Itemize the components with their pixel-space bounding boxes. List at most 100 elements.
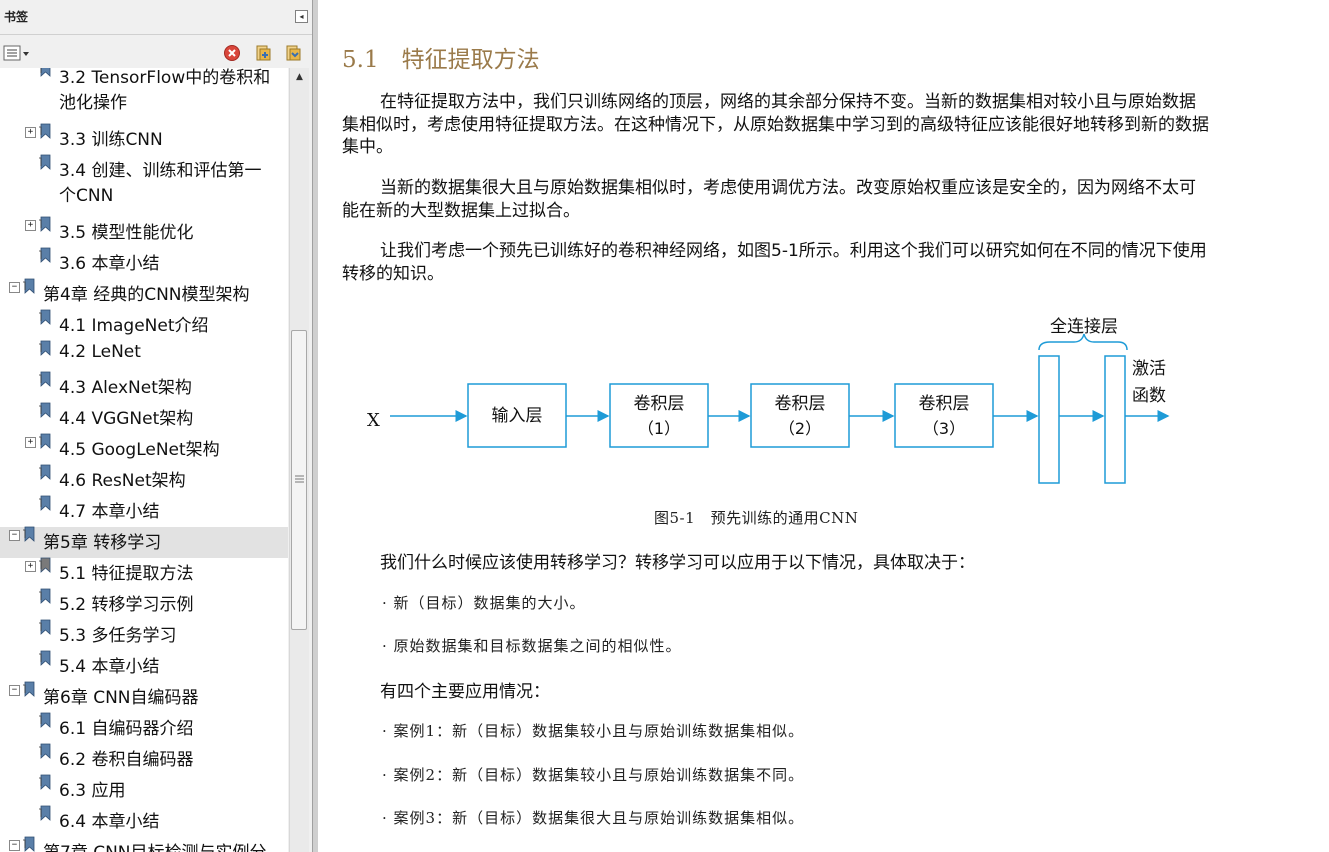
bookmark-item[interactable]: 4.1 ImageNet介绍 bbox=[0, 309, 288, 341]
activation-label-line2: 函数 bbox=[1132, 386, 1166, 406]
bookmarks-panel: 书签 ◂ 3.2 TensorFlow中的卷积和 池化操作 +3.3 训练CNN 3.… bbox=[0, 0, 313, 852]
input-layer-label: 输入层 bbox=[492, 406, 543, 426]
bookmark-item[interactable]: +3.3 训练CNN bbox=[0, 123, 288, 155]
bookmark-item[interactable]: 6.2 卷积自编码器 bbox=[0, 743, 288, 775]
figure-caption: 图5-1 预先训练的通用CNN bbox=[654, 509, 859, 527]
bookmark-item[interactable]: − 第4章 经典的CNN模型架构 bbox=[0, 278, 288, 310]
bookmark-label: 3.4 创建、训练和评估第一 bbox=[59, 161, 262, 181]
expand-toggle-icon[interactable]: + bbox=[25, 561, 36, 572]
bookmark-icon bbox=[40, 68, 51, 77]
bookmark-label: 4.1 ImageNet介绍 bbox=[59, 316, 209, 336]
document-page: 5.1 特征提取方法 在特征提取方法中，我们只训练网络的顶层，网络的其余部分保持… bbox=[318, 0, 1329, 852]
expand-toggle-icon[interactable]: + bbox=[25, 127, 36, 138]
bookmark-item[interactable]: 5.2 转移学习示例 bbox=[0, 588, 288, 620]
case-item: · 案例3：新（目标）数据集很大且与原始训练数据集相似。 bbox=[382, 809, 805, 827]
expand-toggle-icon[interactable]: + bbox=[25, 437, 36, 448]
bookmark-label: 5.3 多任务学习 bbox=[59, 626, 177, 646]
bookmark-icon bbox=[23, 836, 35, 852]
collapse-toggle-icon[interactable]: − bbox=[9, 282, 20, 293]
bookmark-item[interactable]: − 第7章 CNN目标检测与实例分 bbox=[0, 836, 288, 852]
bookmark-options-icon[interactable] bbox=[3, 44, 31, 62]
bookmark-label: 5.2 转移学习示例 bbox=[59, 595, 194, 615]
bookmark-item[interactable]: +3.5 模型性能优化 bbox=[0, 216, 288, 248]
collapse-toggle-icon[interactable]: − bbox=[9, 840, 20, 851]
bookmarks-panel-title: 书签 bbox=[4, 10, 29, 24]
collapse-bookmark-icon[interactable] bbox=[284, 44, 302, 62]
bookmark-item[interactable]: 6.3 应用 bbox=[0, 774, 288, 806]
conv-layer-1-number: （1） bbox=[638, 419, 680, 438]
bookmark-item[interactable]: 4.3 AlexNet架构 bbox=[0, 371, 288, 403]
cases-intro: 有四个主要应用情况： bbox=[380, 682, 550, 702]
activation-label-line1: 激活 bbox=[1132, 359, 1166, 379]
bookmark-label: 4.2 LeNet bbox=[59, 342, 141, 362]
expand-toggle-icon[interactable]: + bbox=[25, 220, 36, 231]
bookmark-label: 3.5 模型性能优化 bbox=[59, 223, 194, 243]
collapse-panel-button[interactable]: ◂ bbox=[295, 10, 308, 23]
bookmark-item[interactable]: − 第5章 转移学习 bbox=[0, 526, 288, 558]
scrollbar-thumb[interactable] bbox=[291, 330, 307, 630]
bookmark-label: 第5章 转移学习 bbox=[43, 533, 162, 553]
conv-layer-2-number: （2） bbox=[779, 419, 821, 438]
bookmark-item[interactable]: 4.2 LeNet bbox=[0, 340, 288, 372]
bookmark-item[interactable]: 4.6 ResNet架构 bbox=[0, 464, 288, 496]
bookmark-tree: 3.2 TensorFlow中的卷积和 池化操作 +3.3 训练CNN 3.4 创建、… bbox=[0, 68, 288, 852]
bookmark-icon bbox=[39, 123, 51, 139]
case-item: · 案例1：新（目标）数据集较小且与原始训练数据集相似。 bbox=[382, 722, 805, 740]
bookmark-icon bbox=[39, 464, 51, 480]
bookmark-item[interactable]: +4.5 GoogLeNet架构 bbox=[0, 433, 288, 465]
bookmark-icon bbox=[39, 309, 51, 325]
conv-layer-1-title: 卷积层 bbox=[634, 394, 685, 414]
bookmark-label: 池化操作 bbox=[59, 93, 127, 113]
scroll-up-button[interactable]: ▲ bbox=[290, 68, 309, 86]
fc-layer-2-box bbox=[1104, 355, 1126, 484]
bookmark-icon bbox=[39, 402, 51, 418]
bookmark-icon bbox=[23, 526, 35, 542]
bookmark-item[interactable]: 4.7 本章小结 bbox=[0, 495, 288, 527]
paragraph-1: 在特征提取方法中，我们只训练网络的顶层，网络的其余部分保持不变。当新的数据集相对… bbox=[342, 92, 1209, 157]
factor-item: · 新（目标）数据集的大小。 bbox=[382, 594, 586, 612]
bookmark-item[interactable]: 5.3 多任务学习 bbox=[0, 619, 288, 651]
grip-icon bbox=[295, 475, 304, 483]
paragraph-3: 让我们考虑一个预先已训练好的卷积神经网络，如图5-1所示。利用这个我们可以研究如… bbox=[342, 241, 1207, 284]
bookmark-label: 4.7 本章小结 bbox=[59, 502, 160, 522]
bookmark-item[interactable]: +5.1 特征提取方法 bbox=[0, 557, 288, 589]
bookmark-label: 5.4 本章小结 bbox=[59, 657, 160, 677]
bookmark-icon bbox=[39, 774, 51, 790]
bookmark-item[interactable]: 3.6 本章小结 bbox=[0, 247, 288, 279]
bookmark-item[interactable]: 个CNN bbox=[0, 180, 288, 211]
bookmark-label: 4.4 VGGNet架构 bbox=[59, 409, 194, 429]
bookmark-label: 4.3 AlexNet架构 bbox=[59, 378, 192, 398]
bookmark-label: 个CNN bbox=[59, 186, 114, 206]
delete-bookmark-icon[interactable] bbox=[223, 44, 241, 62]
expand-bookmark-icon[interactable] bbox=[254, 44, 272, 62]
bookmark-icon bbox=[39, 154, 51, 170]
bookmark-label: 3.2 TensorFlow中的卷积和 bbox=[59, 68, 271, 88]
cnn-diagram: X 输入层 卷积层 （1） 卷积层 （2） 卷积层 （3） 全连接层 激活 函数 bbox=[367, 317, 1170, 484]
question-text: 我们什么时候应该使用转移学习？转移学习可以应用于以下情况，具体取决于： bbox=[380, 553, 975, 573]
bookmark-icon bbox=[39, 495, 51, 511]
bookmark-icon bbox=[39, 588, 51, 604]
bookmark-item[interactable]: − 第6章 CNN自编码器 bbox=[0, 681, 288, 713]
collapse-toggle-icon[interactable]: − bbox=[9, 685, 20, 696]
bookmark-item[interactable]: 6.1 自编码器介绍 bbox=[0, 712, 288, 744]
bookmark-label: 4.5 GoogLeNet架构 bbox=[59, 440, 220, 460]
conv-layer-2-title: 卷积层 bbox=[775, 394, 826, 414]
conv-layer-3-title: 卷积层 bbox=[919, 394, 970, 414]
bookmark-icon bbox=[39, 557, 51, 573]
bookmark-label: 第6章 CNN自编码器 bbox=[43, 688, 199, 708]
bookmark-icon bbox=[39, 340, 51, 356]
bookmark-icon bbox=[39, 743, 51, 759]
input-x-label: X bbox=[367, 410, 380, 431]
bookmark-item[interactable]: 5.4 本章小结 bbox=[0, 650, 288, 682]
conv-layer-3-number: （3） bbox=[923, 419, 965, 438]
bookmark-item[interactable]: 池化操作 bbox=[0, 87, 288, 118]
bookmark-label: 3.6 本章小结 bbox=[59, 254, 160, 274]
collapse-toggle-icon[interactable]: − bbox=[9, 530, 20, 541]
bookmark-icon bbox=[39, 433, 51, 449]
bookmark-item[interactable]: 4.4 VGGNet架构 bbox=[0, 402, 288, 434]
bookmark-item[interactable]: 6.4 本章小结 bbox=[0, 805, 288, 837]
bookmark-label: 4.6 ResNet架构 bbox=[59, 471, 186, 491]
bookmarks-scrollbar[interactable]: ▲ bbox=[289, 68, 309, 852]
bookmark-icon bbox=[39, 805, 51, 821]
bookmark-label: 3.3 训练CNN bbox=[59, 130, 163, 150]
